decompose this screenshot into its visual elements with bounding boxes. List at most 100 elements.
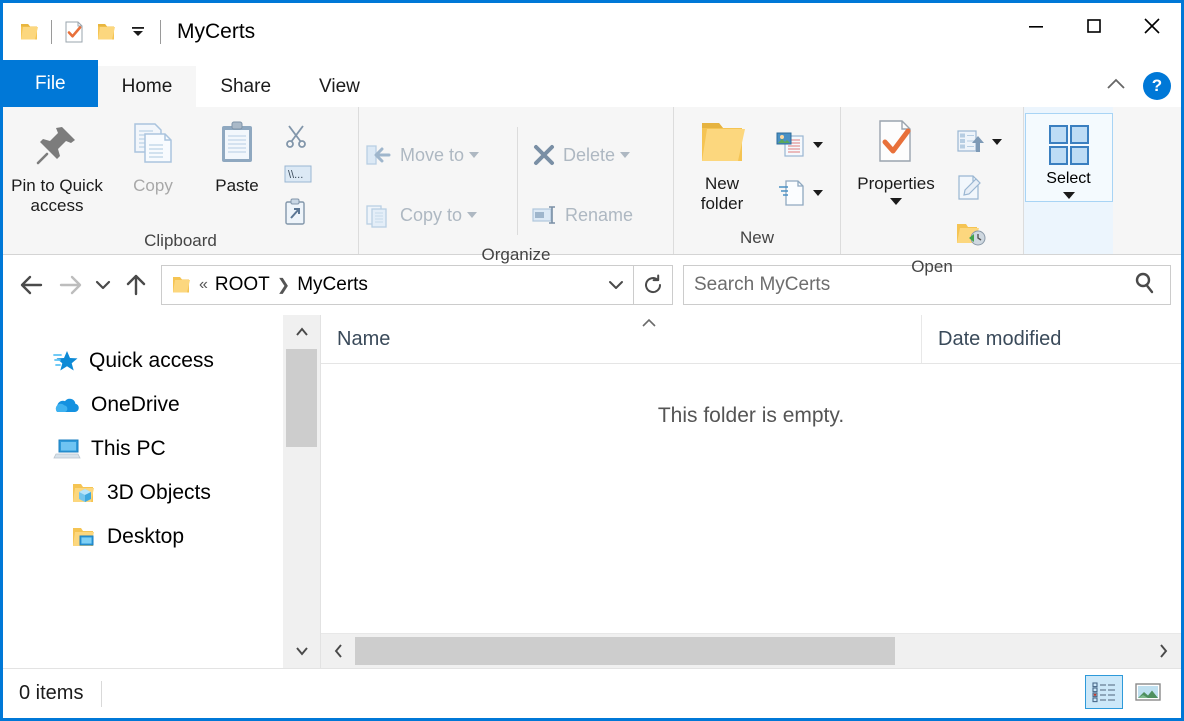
breadcrumb-overflow[interactable]: «	[199, 276, 208, 294]
status-separator	[101, 680, 103, 707]
navigation-pane-scrollbar[interactable]	[283, 315, 321, 668]
hscrollbar-thumb[interactable]	[355, 637, 895, 665]
path-breadcrumb-box[interactable]: « ROOT ❯ MyCerts	[161, 265, 673, 305]
copy-to-button[interactable]: Copy to	[359, 185, 509, 245]
properties-icon	[870, 117, 922, 169]
column-header-row: Name Date modified	[321, 315, 1181, 364]
history-button[interactable]	[951, 211, 1006, 257]
up-button[interactable]	[117, 266, 155, 304]
navigation-pane: Quick access OneDrive This PC 3D Objects…	[3, 315, 283, 668]
rename-label: Rename	[565, 204, 634, 225]
paste-label: Paste	[215, 176, 259, 195]
scroll-left-button[interactable]	[321, 634, 355, 668]
ribbon-right-controls: ?	[1103, 72, 1171, 100]
cut-button[interactable]	[279, 117, 317, 155]
svg-text:\\...: \\...	[288, 169, 303, 181]
copy-to-caret-icon[interactable]	[467, 212, 478, 218]
sidebar-item-3d-objects[interactable]: 3D Objects	[3, 471, 283, 515]
column-header-name-label: Name	[337, 328, 391, 350]
tab-view[interactable]: View	[295, 66, 384, 107]
file-list-horizontal-scrollbar[interactable]	[321, 633, 1181, 668]
sidebar-item-this-pc[interactable]: This PC	[3, 427, 283, 471]
select-icon	[1044, 120, 1094, 170]
properties-button[interactable]: Properties	[841, 113, 951, 209]
back-button[interactable]	[13, 266, 51, 304]
scrollbar-track[interactable]	[283, 349, 320, 634]
scrollbar-thumb[interactable]	[286, 349, 317, 447]
paste-shortcut-button[interactable]	[279, 193, 317, 231]
paste-icon	[210, 117, 264, 171]
delete-caret-icon[interactable]	[620, 152, 631, 158]
column-header-name[interactable]: Name	[321, 315, 921, 363]
path-dropdown-button[interactable]	[599, 266, 633, 304]
open-caret-icon[interactable]	[992, 139, 1002, 145]
pin-to-quick-access-button[interactable]: Pin to Quick access	[3, 113, 111, 219]
search-icon[interactable]	[1126, 270, 1170, 301]
paste-button[interactable]: Paste	[195, 113, 279, 200]
move-to-button[interactable]: Move to	[359, 125, 509, 185]
large-icons-view-button[interactable]	[1129, 675, 1167, 709]
easy-access-button[interactable]	[770, 169, 827, 217]
scroll-up-button[interactable]	[283, 315, 320, 349]
new-small-buttons	[770, 113, 827, 217]
scroll-right-button[interactable]	[1147, 634, 1181, 668]
help-button[interactable]: ?	[1143, 72, 1171, 100]
scroll-down-button[interactable]	[283, 634, 320, 668]
minimize-button[interactable]	[1007, 3, 1065, 49]
edit-icon	[955, 173, 985, 203]
tab-file[interactable]: File	[3, 60, 98, 107]
new-folder-button[interactable]: New folder	[674, 113, 770, 217]
edit-button[interactable]	[951, 165, 1006, 211]
select-caret-icon[interactable]	[1062, 192, 1075, 199]
history-icon	[955, 220, 987, 248]
move-to-caret-icon[interactable]	[469, 152, 480, 158]
file-list-pane: Name Date modified This folder is empty.	[321, 315, 1181, 668]
tab-home[interactable]: Home	[97, 66, 197, 107]
copy-path-button[interactable]: \\...	[279, 155, 317, 193]
pin-icon	[30, 117, 84, 171]
sidebar-item-desktop[interactable]: Desktop	[3, 515, 283, 559]
hscrollbar-track[interactable]	[355, 634, 1147, 668]
new-folder-label: New folder	[700, 174, 744, 213]
new-item-caret-icon[interactable]	[813, 142, 823, 148]
ribbon-group-clipboard-title: Clipboard	[144, 231, 217, 250]
sidebar-item-onedrive[interactable]: OneDrive	[3, 383, 283, 427]
column-header-date-modified[interactable]: Date modified	[921, 315, 1181, 363]
file-list[interactable]: This folder is empty.	[321, 364, 1181, 633]
select-button[interactable]: Select	[1024, 113, 1113, 202]
properties-icon[interactable]	[58, 16, 90, 48]
copy-to-label: Copy to	[400, 204, 463, 225]
breadcrumb-item-root[interactable]: ROOT	[215, 274, 270, 296]
easy-access-icon	[774, 178, 808, 208]
ribbon-group-new: New folder New	[673, 107, 840, 254]
maximize-button[interactable]	[1065, 3, 1123, 49]
breadcrumb-item-mycerts[interactable]: MyCerts	[297, 274, 368, 296]
collapse-ribbon-chevron-up-icon[interactable]	[1103, 75, 1129, 98]
refresh-button[interactable]	[633, 266, 672, 304]
sidebar-item-quick-access[interactable]: Quick access	[3, 339, 283, 383]
copy-to-icon	[363, 200, 395, 230]
easy-access-caret-icon[interactable]	[813, 190, 823, 196]
view-mode-buttons	[1085, 675, 1167, 709]
properties-caret-icon[interactable]	[890, 197, 902, 205]
delete-button[interactable]: Delete	[526, 125, 671, 185]
open-button[interactable]	[951, 119, 1006, 165]
3d-objects-folder-icon	[71, 481, 97, 505]
new-folder-icon[interactable]	[90, 16, 122, 48]
rename-button[interactable]: Rename	[526, 185, 671, 245]
new-item-button[interactable]	[770, 121, 827, 169]
folder-icon[interactable]	[13, 16, 45, 48]
window-title: MyCerts	[177, 19, 256, 43]
tab-share[interactable]: Share	[196, 66, 295, 107]
status-bar: 0 items	[3, 668, 1181, 718]
breadcrumb-chevron-icon[interactable]: ❯	[277, 275, 290, 295]
close-button[interactable]	[1123, 3, 1181, 49]
forward-button[interactable]	[51, 266, 89, 304]
details-view-button[interactable]	[1085, 675, 1123, 709]
ribbon-group-organize-title: Organize	[481, 245, 551, 264]
ribbon-group-open: Properties Open	[840, 107, 1023, 276]
chevron-down-icon[interactable]	[122, 16, 154, 48]
recent-locations-button[interactable]	[89, 266, 117, 304]
delete-icon	[530, 141, 558, 169]
copy-button[interactable]: Copy	[111, 113, 195, 200]
